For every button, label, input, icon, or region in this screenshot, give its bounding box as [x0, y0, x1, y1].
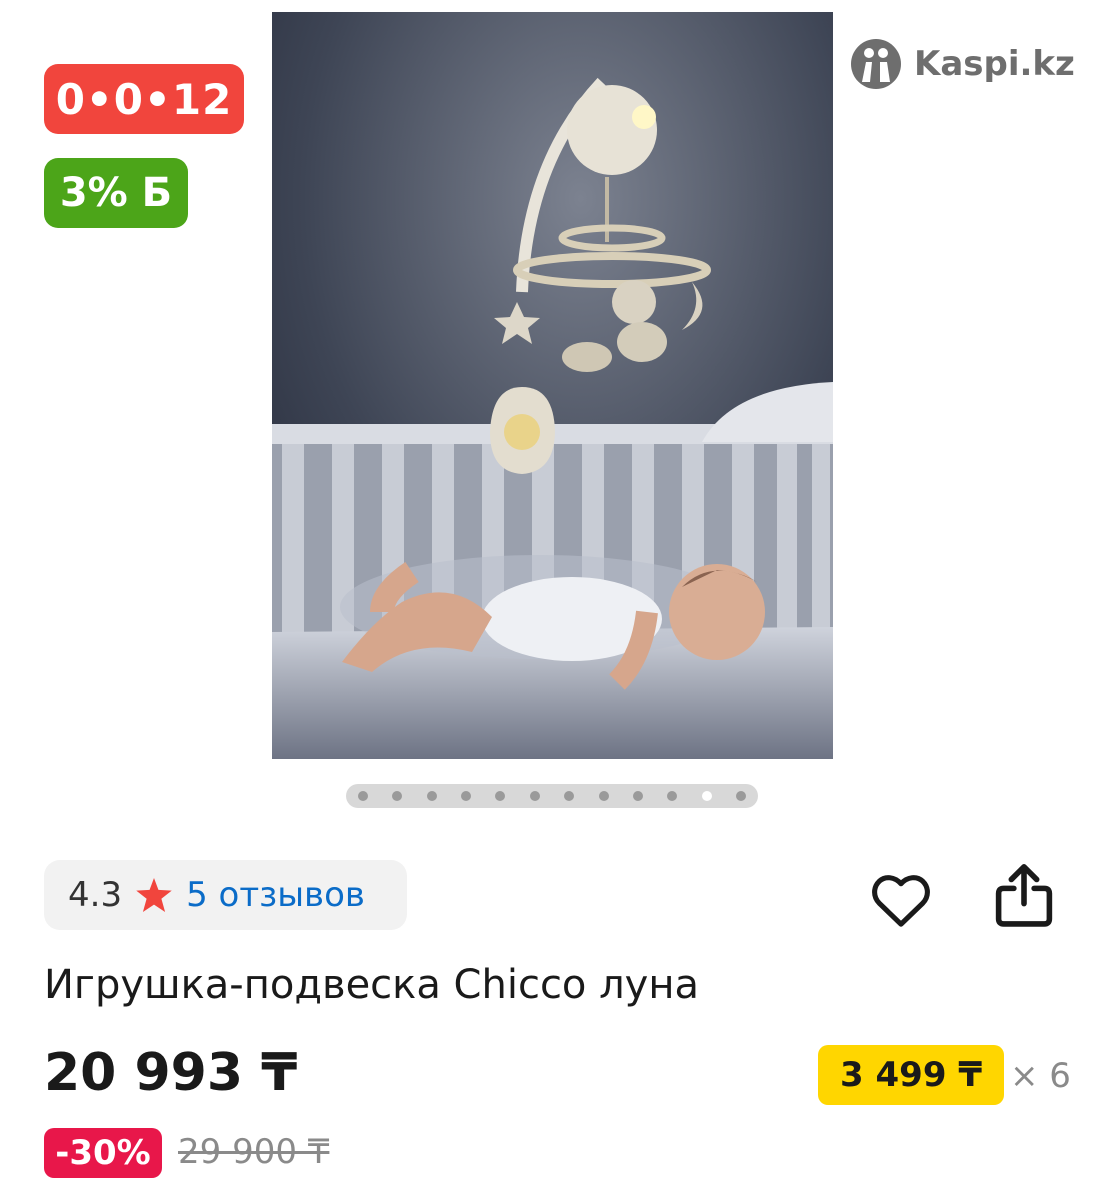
gallery-dot[interactable]: [461, 791, 472, 801]
gallery-pagination[interactable]: [346, 784, 758, 808]
discount-badge: -30%: [44, 1128, 162, 1178]
logo-text: Kaspi.kz: [914, 44, 1075, 84]
installment-months: × 6: [1010, 1056, 1071, 1096]
installment-badge: 0•0•12: [44, 64, 244, 134]
gallery-dot-active[interactable]: [701, 791, 712, 801]
gallery-dot[interactable]: [735, 791, 746, 801]
gallery-dot[interactable]: [667, 791, 678, 801]
product-image[interactable]: [272, 12, 833, 759]
kaspi-logo-icon: [851, 39, 901, 89]
product-price: 20 993 ₸: [44, 1043, 298, 1103]
heart-icon: [872, 875, 930, 927]
gallery-dot[interactable]: [358, 791, 368, 801]
rating-value: 4.3: [68, 875, 123, 915]
gallery-dot[interactable]: [495, 791, 506, 801]
gallery-dot[interactable]: [564, 791, 575, 801]
share-button[interactable]: [992, 864, 1056, 928]
gallery-dot[interactable]: [529, 791, 540, 801]
gallery-dot[interactable]: [598, 791, 609, 801]
gallery-dot[interactable]: [632, 791, 643, 801]
rating-panel[interactable]: 4.3 5 отзывов: [44, 860, 407, 930]
gallery-dot[interactable]: [426, 791, 437, 801]
reviews-link[interactable]: 5 отзывов: [186, 875, 365, 915]
star-icon: [136, 878, 172, 912]
share-icon: [995, 864, 1053, 927]
kaspi-logo: Kaspi.kz: [850, 38, 1075, 90]
favorite-button[interactable]: [869, 868, 933, 932]
product-photo-illustration: [272, 12, 833, 759]
gallery-dot[interactable]: [392, 791, 403, 801]
product-title: Игрушка-подвеска Chicco луна: [44, 962, 700, 1008]
monthly-payment-badge[interactable]: 3 499 ₸: [818, 1045, 1004, 1105]
old-price: 29 900 ₸: [178, 1132, 330, 1172]
bonus-badge: 3% Б: [44, 158, 188, 228]
